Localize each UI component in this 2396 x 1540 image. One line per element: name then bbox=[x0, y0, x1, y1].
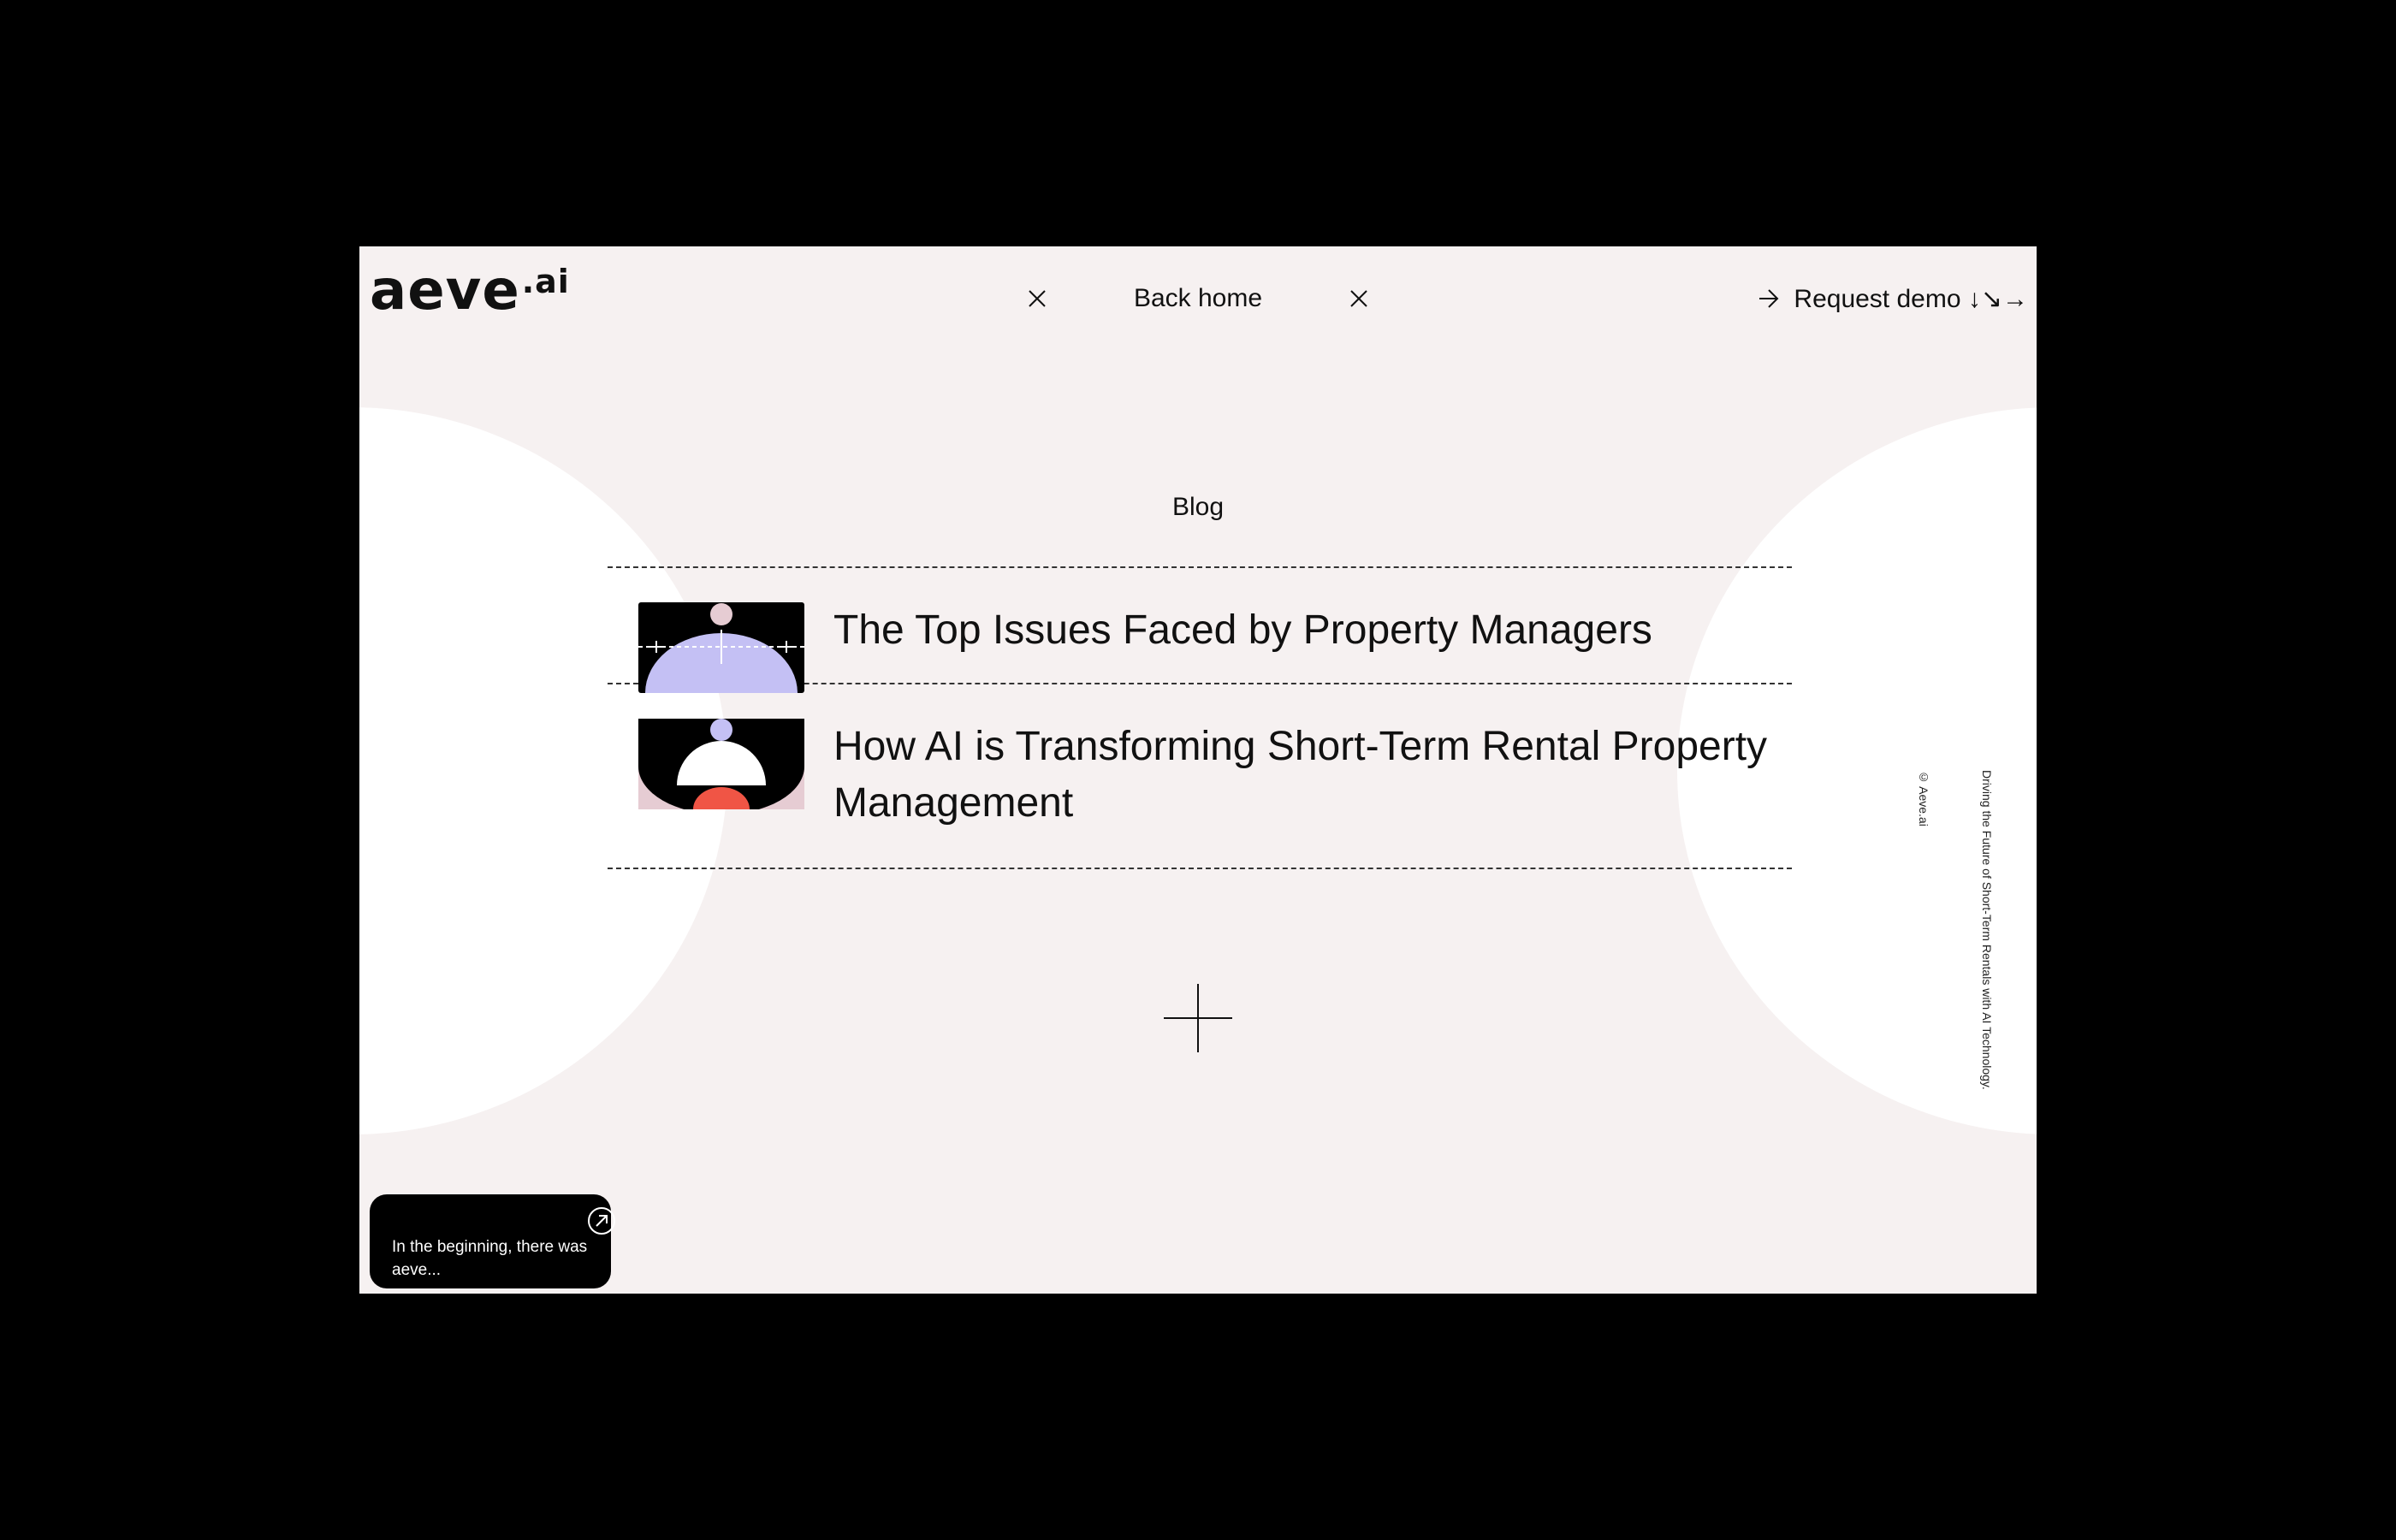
arrow-up-right-icon[interactable] bbox=[587, 1206, 616, 1235]
blog-post-list: The Top Issues Faced by Property Manager… bbox=[608, 566, 1792, 869]
tagline-text: Driving the Future of Short-Term Rentals… bbox=[1980, 770, 1994, 1090]
close-icon[interactable] bbox=[1349, 288, 1369, 309]
logo-name: aeve bbox=[370, 259, 520, 323]
arrow-right-icon bbox=[1759, 289, 1779, 308]
page-frame: aeve.ai Back home Request demo ↓↘→ Blog bbox=[359, 246, 2037, 1294]
aeve-logo[interactable]: aeve.ai bbox=[370, 264, 570, 318]
story-card[interactable]: In the beginning, there was aeve... bbox=[370, 1194, 615, 1288]
story-card-text: In the beginning, there was aeve... bbox=[392, 1238, 588, 1279]
back-home-link[interactable]: Back home bbox=[1134, 284, 1262, 313]
close-icon[interactable] bbox=[1027, 288, 1047, 309]
divider bbox=[608, 868, 1792, 869]
plus-icon[interactable] bbox=[1164, 984, 1232, 1052]
stacked-domes-thumbnail bbox=[638, 719, 804, 809]
back-home-nav: Back home bbox=[1027, 277, 1369, 320]
list-item[interactable]: How AI is Transforming Short-Term Rental… bbox=[608, 684, 1792, 868]
balance-scale-thumbnail bbox=[638, 602, 804, 693]
request-demo-button[interactable]: Request demo ↓↘→ bbox=[1758, 277, 2028, 320]
page-title: Blog bbox=[1171, 493, 1225, 521]
request-demo-label: Request demo ↓↘→ bbox=[1794, 284, 2028, 313]
copyright-text: © Aeve.ai bbox=[1917, 770, 1930, 826]
logo-suffix: .ai bbox=[521, 263, 570, 300]
list-item[interactable]: The Top Issues Faced by Property Manager… bbox=[608, 568, 1792, 693]
post-title[interactable]: The Top Issues Faced by Property Manager… bbox=[833, 602, 1775, 659]
post-title[interactable]: How AI is Transforming Short-Term Rental… bbox=[833, 719, 1775, 832]
